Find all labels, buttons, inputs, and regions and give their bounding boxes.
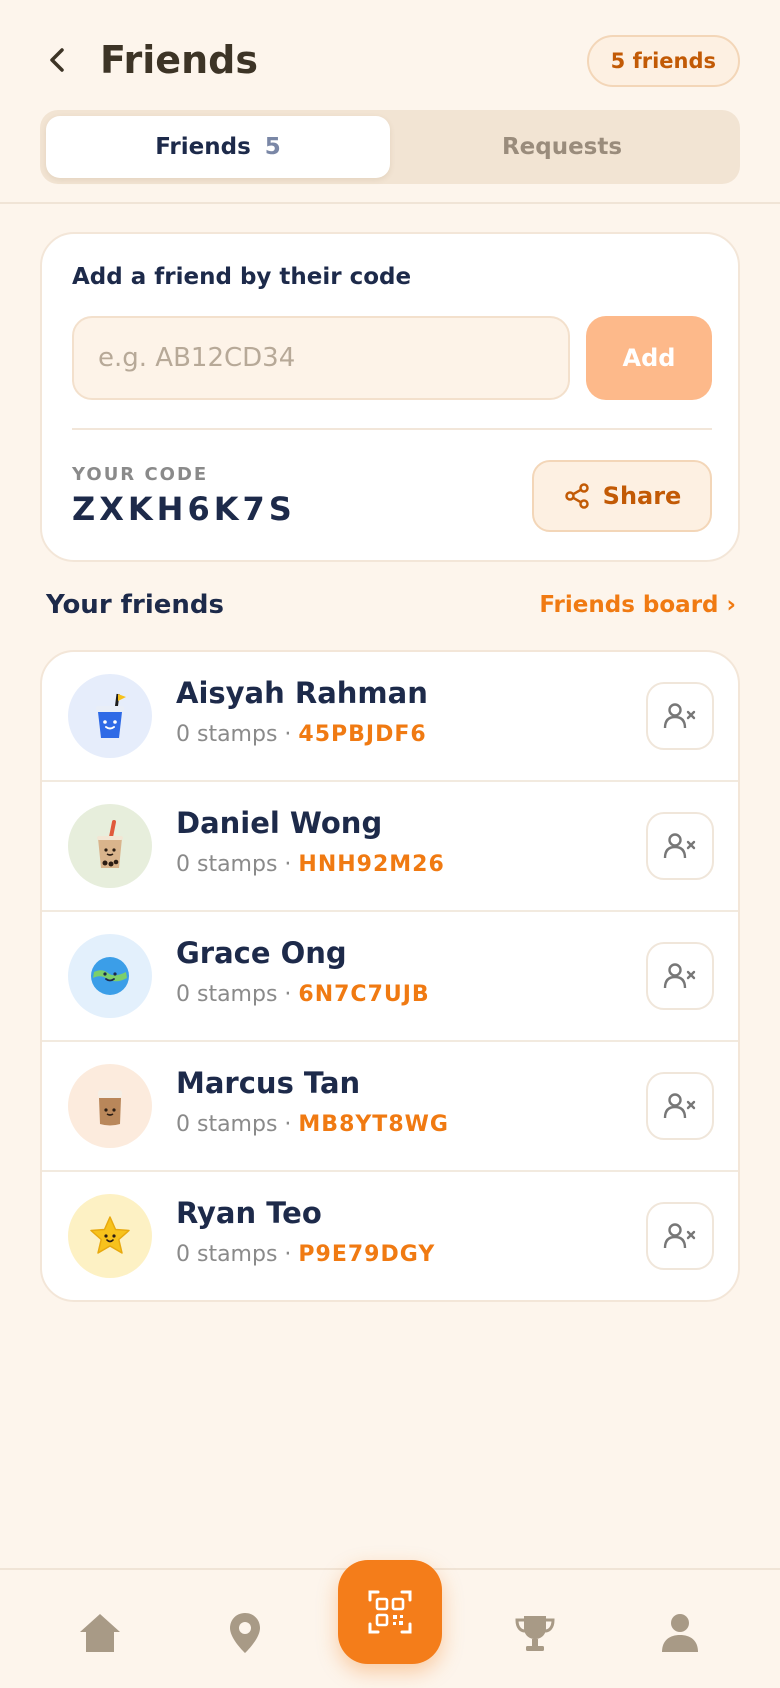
nav-profile[interactable] (650, 1608, 710, 1658)
stamp-count: 0 stamps · (176, 1242, 299, 1267)
tab-friends-count: 5 (264, 134, 281, 160)
friend-row[interactable]: Ryan Teo 0 stamps · P9E79DGY (42, 1172, 738, 1300)
friend-code: MB8YT8WG (298, 1112, 449, 1137)
remove-friend-button[interactable] (646, 1072, 714, 1140)
avatar (68, 1194, 152, 1278)
tab-friends-label: Friends (155, 134, 251, 160)
nav-home[interactable] (70, 1608, 130, 1658)
stamp-count: 0 stamps · (176, 852, 299, 877)
avatar (68, 934, 152, 1018)
back-button[interactable] (40, 42, 76, 78)
coffee-cup-icon (98, 1090, 122, 1126)
friends-board-link[interactable]: Friends board › (539, 592, 736, 618)
friend-row[interactable]: Aisyah Rahman 0 stamps · 45PBJDF6 (42, 652, 738, 782)
nav-rewards[interactable] (505, 1608, 565, 1658)
scan-qr-button[interactable] (338, 1560, 442, 1664)
friends-section-header: Your friends Friends board › (46, 590, 736, 630)
avatar (68, 1064, 152, 1148)
trophy-icon (515, 1616, 555, 1651)
section-title: Your friends (46, 590, 224, 620)
remove-friend-button[interactable] (646, 942, 714, 1010)
share-icon (564, 483, 589, 509)
friend-name: Aisyah Rahman (176, 676, 428, 710)
friends-count-badge: 5 friends (586, 35, 740, 87)
avatar (68, 674, 152, 758)
friend-name: Grace Ong (176, 936, 347, 970)
friend-row[interactable]: Daniel Wong 0 stamps · HNH92M26 (42, 782, 738, 912)
friend-meta: 0 stamps · 45PBJDF6 (176, 722, 427, 747)
friend-code-input[interactable] (72, 316, 570, 400)
tab-requests-label: Requests (501, 134, 623, 160)
smiling-star-icon (90, 1216, 130, 1254)
blue-cup-flag-icon (96, 693, 126, 738)
your-code-label: YOUR CODE (72, 464, 209, 485)
share-button[interactable]: Share (532, 460, 712, 532)
stamp-count: 0 stamps · (176, 722, 299, 747)
friend-name: Ryan Teo (176, 1196, 322, 1230)
user-remove-icon (663, 833, 696, 859)
tab-bar: Friends 5 Requests (40, 110, 740, 184)
tab-requests[interactable]: Requests (390, 116, 734, 178)
tab-friends[interactable]: Friends 5 (46, 116, 390, 178)
friend-name: Marcus Tan (176, 1066, 361, 1100)
divider (72, 428, 712, 430)
add-friend-card: Add a friend by their code Add YOUR CODE… (40, 232, 740, 562)
user-remove-icon (663, 1093, 696, 1119)
nav-map[interactable] (215, 1608, 275, 1658)
friend-meta: 0 stamps · 6N7C7UJB (176, 982, 430, 1007)
your-code-value: ZXKH6K7S (72, 490, 296, 528)
remove-friend-button[interactable] (646, 812, 714, 880)
map-pin-icon (230, 1613, 260, 1653)
smiling-globe-icon (91, 957, 129, 995)
stamp-count: 0 stamps · (176, 1112, 299, 1137)
app-header: Friends 5 friends Friends 5 Requests (0, 0, 780, 204)
friends-list: Aisyah Rahman 0 stamps · 45PBJDF6 Daniel… (40, 650, 740, 1302)
friend-code: 6N7C7UJB (298, 982, 430, 1007)
user-remove-icon (663, 703, 696, 729)
remove-friend-button[interactable] (646, 682, 714, 750)
bubble-tea-icon (97, 820, 123, 868)
friend-meta: 0 stamps · HNH92M26 (176, 852, 445, 877)
add-button[interactable]: Add (586, 316, 712, 400)
home-icon (80, 1614, 120, 1652)
stamp-count: 0 stamps · (176, 982, 299, 1007)
friend-name: Daniel Wong (176, 806, 383, 840)
page-title: Friends (100, 38, 258, 82)
profile-icon (662, 1614, 698, 1652)
qr-scan-icon (368, 1590, 412, 1634)
avatar (68, 804, 152, 888)
user-remove-icon (663, 963, 696, 989)
add-friend-title: Add a friend by their code (72, 264, 412, 290)
chevron-left-icon (50, 48, 64, 72)
remove-friend-button[interactable] (646, 1202, 714, 1270)
friend-meta: 0 stamps · P9E79DGY (176, 1242, 435, 1267)
share-label: Share (602, 482, 682, 510)
friend-meta: 0 stamps · MB8YT8WG (176, 1112, 449, 1137)
friend-code: HNH92M26 (298, 852, 445, 877)
user-remove-icon (663, 1223, 696, 1249)
friend-code: 45PBJDF6 (298, 722, 427, 747)
friend-row[interactable]: Grace Ong 0 stamps · 6N7C7UJB (42, 912, 738, 1042)
friend-code: P9E79DGY (298, 1242, 436, 1267)
friend-row[interactable]: Marcus Tan 0 stamps · MB8YT8WG (42, 1042, 738, 1172)
